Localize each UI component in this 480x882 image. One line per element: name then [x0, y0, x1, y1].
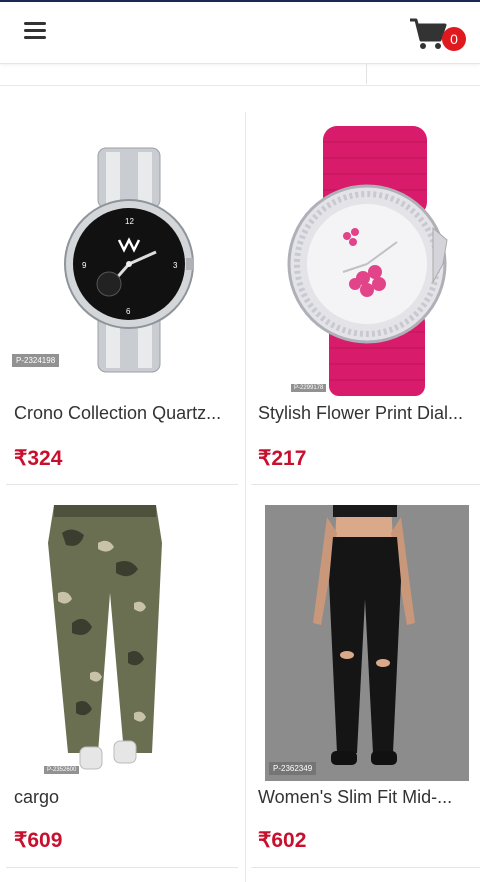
menu-button[interactable]	[24, 22, 50, 44]
product-card[interactable]: 12 3 6 9 P-2324198 Crono Collection Quar…	[6, 112, 238, 487]
strip-divider	[366, 64, 367, 84]
svg-text:9: 9	[82, 261, 87, 270]
product-title[interactable]: Stylish Flower Print Dial...	[258, 403, 480, 424]
product-card[interactable]: P-2299178 Stylish Flower Print Dial... ₹…	[251, 112, 480, 487]
svg-text:12: 12	[125, 217, 134, 226]
product-price: ₹602	[258, 829, 307, 852]
product-price: ₹324	[14, 447, 63, 470]
cart-button[interactable]: 0	[408, 14, 468, 56]
product-id-label: P-2324198	[12, 354, 60, 367]
product-title[interactable]: cargo	[14, 787, 236, 808]
product-image-cargo-pants	[6, 503, 238, 781]
card-separator	[251, 867, 480, 868]
product-image-black-jeans	[251, 503, 480, 783]
svg-text:6: 6	[126, 307, 131, 316]
product-card[interactable]: P-2352600 cargo ₹609	[6, 503, 238, 872]
hamburger-icon	[24, 22, 50, 39]
card-separator	[6, 867, 238, 868]
product-image-watch-pink	[251, 112, 480, 398]
product-id-label: P-2352600	[44, 766, 80, 774]
product-id-label: P-2362349	[269, 762, 317, 775]
filter-strip	[0, 64, 480, 86]
cart-count-badge: 0	[442, 27, 466, 51]
product-image-watch-black: 12 3 6 9	[6, 112, 238, 382]
card-separator	[251, 484, 480, 485]
product-id-label: P-2299178	[291, 384, 327, 392]
app-header: 0	[0, 2, 480, 64]
grid-divider	[245, 112, 246, 882]
product-price: ₹609	[14, 829, 63, 852]
svg-text:3: 3	[173, 261, 178, 270]
product-price: ₹217	[258, 447, 307, 470]
product-title[interactable]: Crono Collection Quartz...	[14, 403, 236, 424]
card-separator	[6, 484, 238, 485]
product-card[interactable]: P-2362349 Women's Slim Fit Mid-... ₹602	[251, 503, 480, 872]
product-title[interactable]: Women's Slim Fit Mid-...	[258, 787, 480, 808]
